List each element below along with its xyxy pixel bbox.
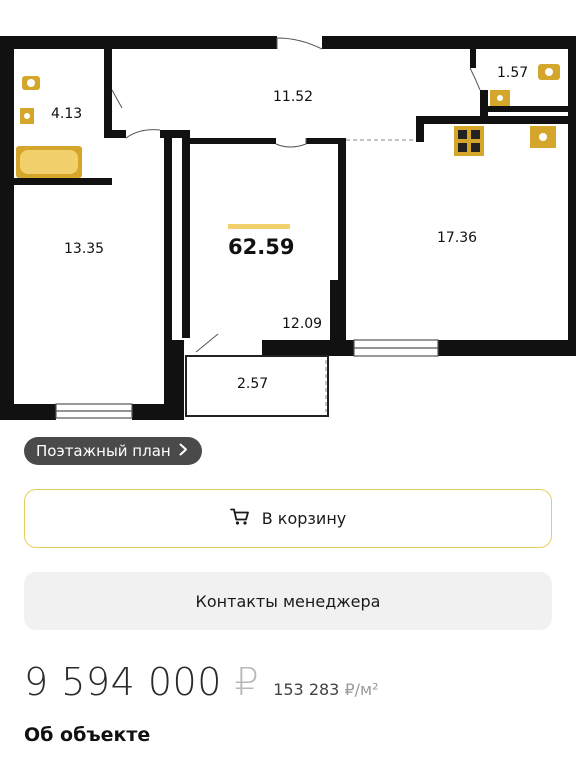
price-per-square-meter: 153 283 ₽/м² <box>273 680 378 699</box>
floor-plan: 4.13 11.52 1.57 13.35 12.09 17.36 2.57 6… <box>0 36 576 420</box>
kitchen-sink-icon <box>530 126 556 148</box>
price-currency: ₽ <box>234 660 260 704</box>
add-to-cart-button[interactable]: В корзину <box>24 489 552 548</box>
chevron-right-icon <box>179 443 188 459</box>
room-area-bathroom: 4.13 <box>51 106 82 122</box>
wc-toilet-icon <box>538 64 560 80</box>
add-to-cart-label: В корзину <box>261 509 347 528</box>
room-area-kitchen: 17.36 <box>437 230 477 246</box>
room-area-toilet: 1.57 <box>497 65 528 81</box>
manager-contacts-button[interactable]: Контакты менеджера <box>24 572 552 630</box>
price: 9 594 000 ₽ <box>24 660 259 704</box>
floor-plan-label: Поэтажный план <box>36 442 171 460</box>
total-area: 62.59 <box>228 235 294 259</box>
price-amount: 9 594 000 <box>24 660 222 704</box>
room-area-hallway: 11.52 <box>273 89 313 105</box>
floor-plan-button[interactable]: Поэтажный план <box>24 437 202 465</box>
total-area-accent <box>228 224 290 229</box>
price-per-m-unit: ₽/м² <box>344 680 379 699</box>
manager-contacts-label: Контакты менеджера <box>195 591 381 611</box>
stove-icon <box>454 126 484 156</box>
section-title-about-object: Об объекте <box>24 724 151 746</box>
wc-sink-icon <box>490 90 510 106</box>
price-row: 9 594 000 ₽ 153 283 ₽/м² <box>24 660 379 712</box>
sink-icon <box>20 108 34 124</box>
room-area-living-room: 12.09 <box>282 316 322 332</box>
toilet-icon <box>22 76 40 90</box>
room-area-balcony: 2.57 <box>237 376 268 392</box>
price-per-m-value: 153 283 <box>273 680 340 699</box>
room-area-bedroom: 13.35 <box>64 241 104 257</box>
cart-icon <box>229 508 250 530</box>
bathtub-icon <box>16 146 82 178</box>
